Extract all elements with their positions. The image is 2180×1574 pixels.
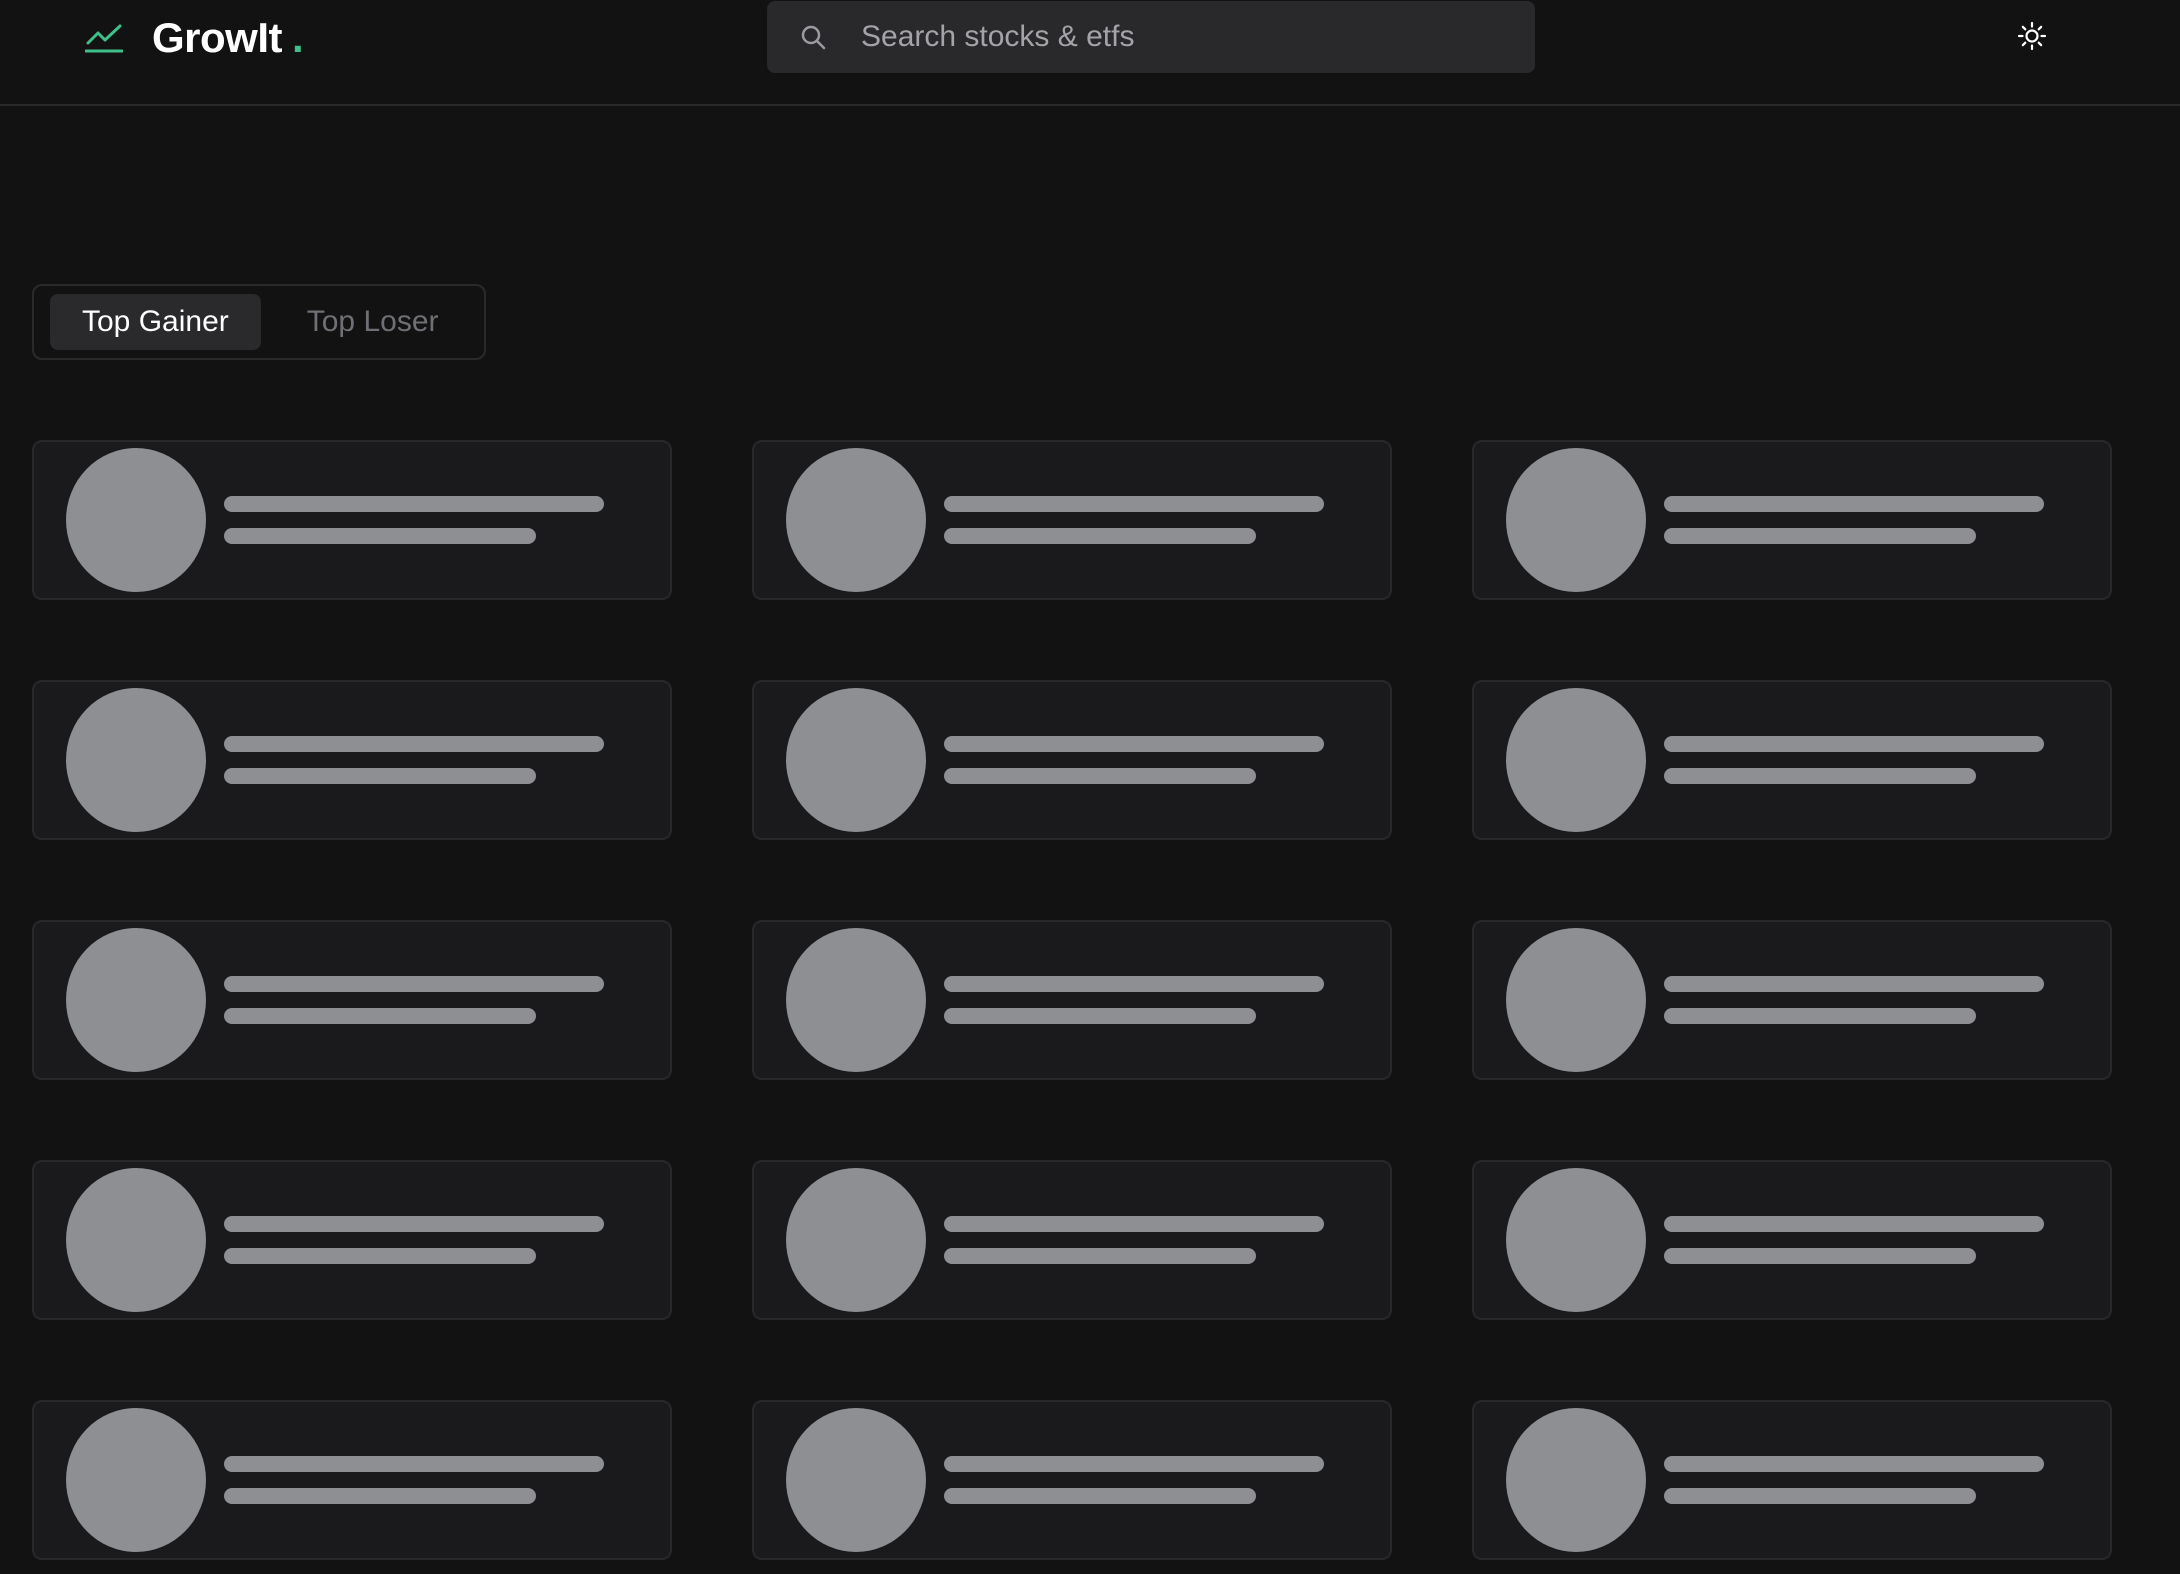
- avatar-placeholder: [786, 1408, 926, 1552]
- avatar-placeholder: [1506, 928, 1646, 1072]
- title-placeholder: [944, 496, 1324, 512]
- stock-card-skeleton[interactable]: [32, 1160, 672, 1320]
- subtitle-placeholder: [944, 768, 1256, 784]
- stock-card-skeleton[interactable]: [32, 440, 672, 600]
- avatar-placeholder: [786, 1168, 926, 1312]
- subtitle-placeholder: [944, 1248, 1256, 1264]
- subtitle-placeholder: [1664, 528, 1976, 544]
- title-placeholder: [1664, 496, 2044, 512]
- avatar-placeholder: [66, 928, 206, 1072]
- avatar-placeholder: [1506, 688, 1646, 832]
- title-placeholder: [224, 976, 604, 992]
- search-bar[interactable]: [767, 1, 1535, 73]
- title-placeholder: [224, 1456, 604, 1472]
- avatar-placeholder: [66, 1408, 206, 1552]
- brand-logo[interactable]: GrowIt .: [84, 12, 304, 64]
- title-placeholder: [1664, 1456, 2044, 1472]
- tab-top-gainer[interactable]: Top Gainer: [50, 294, 261, 350]
- title-placeholder: [944, 1216, 1324, 1232]
- subtitle-placeholder: [1664, 768, 1976, 784]
- theme-toggle-button[interactable]: [2014, 20, 2050, 56]
- title-placeholder: [224, 736, 604, 752]
- subtitle-placeholder: [224, 1008, 536, 1024]
- subtitle-placeholder: [944, 528, 1256, 544]
- title-placeholder: [224, 1216, 604, 1232]
- subtitle-placeholder: [224, 1488, 536, 1504]
- subtitle-placeholder: [224, 528, 536, 544]
- stock-card-skeleton[interactable]: [1472, 920, 2112, 1080]
- stock-card-skeleton[interactable]: [1472, 1400, 2112, 1560]
- avatar-placeholder: [66, 1168, 206, 1312]
- title-placeholder: [944, 1456, 1324, 1472]
- subtitle-placeholder: [944, 1488, 1256, 1504]
- sun-icon: [2017, 21, 2047, 56]
- brand-dot: .: [292, 14, 304, 61]
- avatar-placeholder: [66, 448, 206, 592]
- brand-name: GrowIt: [152, 14, 283, 61]
- avatar-placeholder: [1506, 448, 1646, 592]
- title-placeholder: [1664, 736, 2044, 752]
- subtitle-placeholder: [1664, 1488, 1976, 1504]
- title-placeholder: [944, 976, 1324, 992]
- subtitle-placeholder: [224, 768, 536, 784]
- search-icon: [799, 23, 827, 51]
- subtitle-placeholder: [944, 1008, 1256, 1024]
- title-placeholder: [1664, 976, 2044, 992]
- stock-card-skeleton[interactable]: [1472, 680, 2112, 840]
- stock-card-skeleton[interactable]: [32, 920, 672, 1080]
- stock-card-skeleton[interactable]: [32, 1400, 672, 1560]
- avatar-placeholder: [1506, 1168, 1646, 1312]
- subtitle-placeholder: [1664, 1008, 1976, 1024]
- title-placeholder: [224, 496, 604, 512]
- stock-card-skeleton[interactable]: [752, 1400, 1392, 1560]
- avatar-placeholder: [786, 448, 926, 592]
- avatar-placeholder: [1506, 1408, 1646, 1552]
- subtitle-placeholder: [224, 1248, 536, 1264]
- avatar-placeholder: [786, 928, 926, 1072]
- title-placeholder: [944, 736, 1324, 752]
- stock-card-skeleton[interactable]: [752, 680, 1392, 840]
- tab-top-loser[interactable]: Top Loser: [275, 294, 471, 350]
- avatar-placeholder: [66, 688, 206, 832]
- stock-card-skeleton[interactable]: [32, 680, 672, 840]
- stock-card-skeleton[interactable]: [752, 1160, 1392, 1320]
- avatar-placeholder: [786, 688, 926, 832]
- stock-card-skeleton[interactable]: [752, 920, 1392, 1080]
- stock-card-skeleton[interactable]: [1472, 1160, 2112, 1320]
- stock-card-grid: [32, 440, 2114, 1560]
- title-placeholder: [1664, 1216, 2044, 1232]
- gainer-loser-tabs: Top Gainer Top Loser: [32, 284, 486, 360]
- search-input[interactable]: [861, 7, 1535, 67]
- stock-card-skeleton[interactable]: [1472, 440, 2112, 600]
- top-nav-bar: GrowIt .: [0, 0, 2180, 106]
- trending-up-icon: [84, 18, 124, 58]
- stock-card-skeleton[interactable]: [752, 440, 1392, 600]
- subtitle-placeholder: [1664, 1248, 1976, 1264]
